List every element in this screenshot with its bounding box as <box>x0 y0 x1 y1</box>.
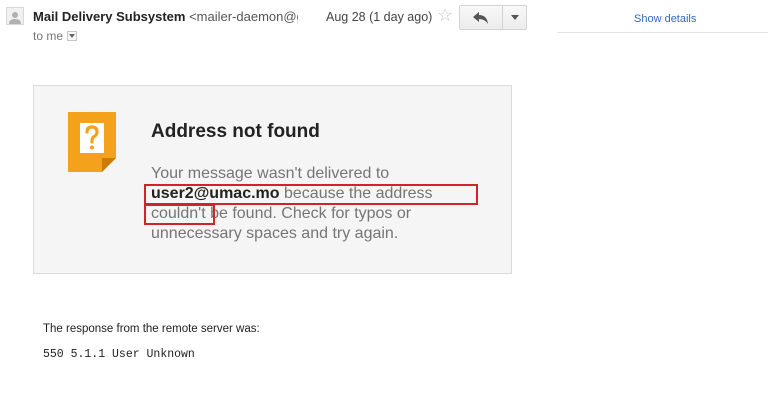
caret-down-icon <box>510 15 519 20</box>
recipient-row: to me <box>33 29 78 43</box>
highlight-annotation <box>144 184 478 205</box>
reply-button[interactable] <box>459 5 503 30</box>
email-view: Mail Delivery Subsystem <mailer-daemon@g… <box>0 0 768 406</box>
response-label: The response from the remote server was: <box>43 323 260 335</box>
sender-line: Mail Delivery Subsystem <mailer-daemon@g… <box>33 9 298 24</box>
sender-avatar[interactable] <box>6 7 24 25</box>
question-note-icon <box>68 112 116 172</box>
show-details-link[interactable]: Show details <box>634 13 696 25</box>
message-date: Aug 28 (1 day ago) <box>326 10 433 24</box>
bounce-notice-card: Address not found Your message wasn't de… <box>33 85 512 274</box>
highlight-annotation <box>144 204 215 225</box>
caret-down-icon <box>69 34 76 38</box>
response-code: 550 5.1.1 User Unknown <box>43 348 195 361</box>
sender-name[interactable]: Mail Delivery Subsystem <box>33 9 185 24</box>
star-icon[interactable]: ☆ <box>437 6 453 24</box>
more-actions-button[interactable] <box>502 5 527 30</box>
message-prefix: Your message wasn't delivered to <box>151 165 390 182</box>
recipient-label: to me <box>33 29 64 43</box>
reply-arrow-icon <box>473 11 488 24</box>
side-divider <box>557 32 768 33</box>
sender-email: <mailer-daemon@gc <box>189 9 298 24</box>
person-icon <box>9 12 21 24</box>
card-title: Address not found <box>151 121 320 142</box>
recipient-details-toggle[interactable] <box>67 31 78 41</box>
